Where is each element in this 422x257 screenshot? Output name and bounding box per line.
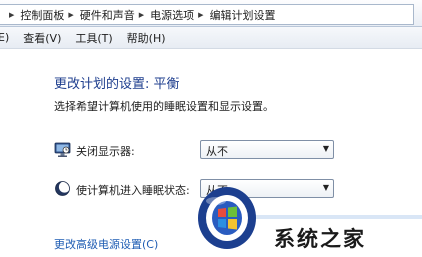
sleep-label: 使计算机进入睡眠状态: — [76, 184, 190, 197]
menu-edit[interactable]: E) — [0, 31, 9, 44]
menu-help[interactable]: 帮助(H) — [127, 30, 166, 46]
chevron-down-icon[interactable]: ▼ — [323, 144, 329, 153]
display-off-row: 关闭显示器: 从不 ▼ — [54, 139, 344, 161]
page-title: 更改计划的设置: 平衡 — [54, 77, 180, 92]
windows-logo-icon — [198, 187, 256, 249]
watermark-band — [254, 215, 422, 219]
chevron-right-icon[interactable]: ▶ — [9, 11, 14, 19]
chevron-right-icon[interactable]: ▶ — [68, 11, 73, 19]
page-subtitle: 选择希望计算机使用的睡眠设置和显示设置。 — [54, 100, 274, 113]
display-off-label: 关闭显示器: — [76, 145, 135, 158]
menu-view[interactable]: 查看(V) — [23, 30, 61, 46]
breadcrumb: ▶ 控制面板 ▶ 硬件和声音 ▶ 电源选项 ▶ 编辑计划设置 — [5, 5, 276, 24]
breadcrumb-hardware-sound[interactable]: 硬件和声音 — [80, 7, 135, 23]
watermark-text: 系统之家 — [274, 227, 366, 251]
chevron-right-icon[interactable]: ▶ — [198, 11, 203, 19]
display-off-value: 从不 — [206, 145, 228, 158]
menu-tools[interactable]: 工具(T) — [75, 30, 112, 46]
watermark: ​ 系统之家 — [188, 185, 422, 257]
moon-sleep-icon — [55, 181, 71, 196]
display-off-select[interactable]: 从不 ▼ — [200, 140, 334, 159]
address-bar: ▶ 控制面板 ▶ 硬件和声音 ▶ 电源选项 ▶ 编辑计划设置 — [0, 0, 422, 27]
breadcrumb-box[interactable]: ▶ 控制面板 ▶ 硬件和声音 ▶ 电源选项 ▶ 编辑计划设置 — [0, 4, 414, 25]
chevron-right-icon[interactable]: ▶ — [139, 11, 144, 19]
breadcrumb-power-options[interactable]: 电源选项 — [150, 7, 194, 23]
advanced-power-settings-link[interactable]: 更改高级电源设置(C) — [54, 236, 158, 252]
menu-bar: E) 查看(V) 工具(T) 帮助(H) — [0, 27, 422, 49]
breadcrumb-edit-plan[interactable]: 编辑计划设置 — [210, 7, 276, 23]
breadcrumb-control-panel[interactable]: 控制面板 — [20, 7, 64, 23]
display-power-icon — [54, 142, 71, 157]
